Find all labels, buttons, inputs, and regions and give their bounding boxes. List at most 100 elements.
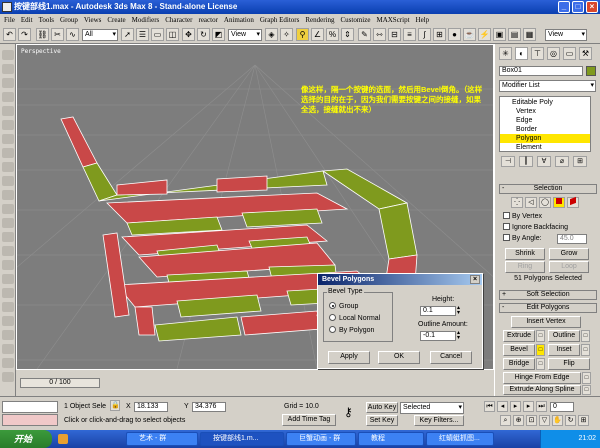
extrude-button[interactable]: Extrude xyxy=(503,330,535,342)
inset-button[interactable]: Inset xyxy=(548,344,580,356)
stack-item-polygon[interactable]: Polygon xyxy=(500,134,590,143)
stack-item-vertex[interactable]: Vertex xyxy=(500,107,590,116)
menu-file[interactable]: File xyxy=(4,16,15,24)
cancel-button[interactable]: Cancel xyxy=(430,351,472,364)
tool-icon-4[interactable] xyxy=(2,92,14,102)
ignore-backfacing-checkbox[interactable]: Ignore Backfacing xyxy=(503,223,568,232)
mirror-icon[interactable]: ⇿ xyxy=(373,28,386,41)
hinge-from-edge-button[interactable]: Hinge From Edge xyxy=(503,372,581,384)
taskbar-item-2[interactable]: 按键部线1.m... xyxy=(200,432,284,446)
y-coordinate-field[interactable]: 34.376 xyxy=(192,402,226,412)
menu-edit[interactable]: Edit xyxy=(21,16,33,24)
start-button[interactable]: 开始 xyxy=(0,430,52,448)
add-time-tag-button[interactable]: Add Time Tag xyxy=(282,414,336,426)
zoom-extents-icon[interactable]: ⊡ xyxy=(526,415,537,426)
render-view-dropdown[interactable]: View xyxy=(545,29,587,41)
menu-views[interactable]: Views xyxy=(84,16,101,24)
percent-snap-icon[interactable]: % xyxy=(326,28,339,41)
show-end-result-icon[interactable]: ┃ xyxy=(519,156,533,167)
menu-rendering[interactable]: Rendering xyxy=(305,16,334,24)
menu-create[interactable]: Create xyxy=(107,16,125,24)
tool-icon-15[interactable] xyxy=(2,246,14,256)
close-button[interactable]: × xyxy=(586,1,598,13)
apply-button[interactable]: Apply xyxy=(328,351,370,364)
spinner-snap-icon[interactable]: ⇕ xyxy=(341,28,354,41)
menu-graph-editors[interactable]: Graph Editors xyxy=(260,16,299,24)
dialog-close-button[interactable]: × xyxy=(470,275,480,284)
extrude-settings-icon[interactable]: □ xyxy=(536,330,545,342)
taskbar-item-4[interactable]: 教程 xyxy=(358,432,424,446)
menu-help[interactable]: Help xyxy=(416,16,430,24)
pivot-center-icon[interactable]: ◈ xyxy=(265,28,278,41)
redo-icon[interactable]: ↷ xyxy=(18,28,31,41)
tool-icon-20[interactable] xyxy=(2,316,14,326)
tool-icon-7[interactable] xyxy=(2,134,14,144)
outline-settings-icon[interactable]: □ xyxy=(581,330,590,342)
ok-button[interactable]: OK xyxy=(378,351,420,364)
region-select-icon[interactable]: ▭ xyxy=(151,28,164,41)
tool-icon-12[interactable] xyxy=(2,204,14,214)
outline-spinner-icon[interactable]: ▴ ▾ xyxy=(457,330,460,341)
menu-animation[interactable]: Animation xyxy=(224,16,254,24)
frame-buffer-icon[interactable]: ▦ xyxy=(523,28,536,41)
modifier-list-dropdown[interactable]: Modifier List xyxy=(499,80,596,92)
quick-render-icon[interactable]: ⚡ xyxy=(478,28,491,41)
hinge-settings-icon[interactable]: □ xyxy=(582,372,591,384)
bevel-settings-icon[interactable]: □ xyxy=(536,344,545,356)
menu-reactor[interactable]: reactor xyxy=(198,16,217,24)
object-name-field[interactable]: Box01 xyxy=(499,66,583,76)
key-filters-button[interactable]: Key Filters... xyxy=(414,415,464,426)
tool-icon-9[interactable] xyxy=(2,162,14,172)
taskbar-item-1[interactable]: 艺术 - 群 xyxy=(126,432,198,446)
play-icon[interactable]: ▸ xyxy=(510,401,521,412)
select-by-name-icon[interactable]: ☰ xyxy=(136,28,149,41)
link-icon[interactable]: ⛓ xyxy=(36,28,49,41)
tool-icon-11[interactable] xyxy=(2,190,14,200)
taskbar-item-5[interactable]: 红蜻蜓抓图... xyxy=(426,432,494,446)
angle-snap-icon[interactable]: ∠ xyxy=(311,28,324,41)
tool-icon-6[interactable] xyxy=(2,120,14,130)
hierarchy-tab-icon[interactable]: ⊤ xyxy=(531,47,544,60)
zoom-icon[interactable]: ⌕ xyxy=(500,415,511,426)
prev-frame-icon[interactable]: ◂ xyxy=(497,401,508,412)
tool-icon-8[interactable] xyxy=(2,148,14,158)
lock-selection-icon[interactable]: 🔒 xyxy=(110,400,120,411)
maximize-viewport-icon[interactable]: ⊞ xyxy=(578,415,589,426)
extrude-spline-settings-icon[interactable]: □ xyxy=(582,385,591,395)
quicklaunch-icon[interactable] xyxy=(58,434,68,444)
tool-icon-3[interactable] xyxy=(2,78,14,88)
move-icon[interactable]: ✥ xyxy=(182,28,195,41)
maxscript-listener[interactable] xyxy=(2,401,58,413)
flip-button[interactable]: Flip xyxy=(548,358,590,370)
auto-key-button[interactable]: Auto Key xyxy=(366,402,398,413)
layer-manager-icon[interactable]: ≡ xyxy=(403,28,416,41)
minimize-button[interactable]: _ xyxy=(558,1,570,13)
scale-icon[interactable]: ◩ xyxy=(212,28,225,41)
make-unique-icon[interactable]: ∀ xyxy=(537,156,551,167)
edge-mode-icon[interactable]: ◁ xyxy=(525,197,537,208)
border-mode-icon[interactable]: ◯ xyxy=(539,197,551,208)
menu-customize[interactable]: Customize xyxy=(341,16,371,24)
schematic-view-icon[interactable]: ⊞ xyxy=(433,28,446,41)
bind-spacewarp-icon[interactable]: ∿ xyxy=(66,28,79,41)
named-selection-icon[interactable]: ✎ xyxy=(358,28,371,41)
field-of-view-icon[interactable]: ▽ xyxy=(539,415,550,426)
bridge-settings-icon[interactable]: □ xyxy=(536,358,545,370)
utilities-tab-icon[interactable]: ⚒ xyxy=(579,47,592,60)
maxscript-mini-listener[interactable] xyxy=(2,414,58,426)
unlink-icon[interactable]: ✂ xyxy=(51,28,64,41)
next-frame-icon[interactable]: ▸ xyxy=(523,401,534,412)
remove-modifier-icon[interactable]: ⌀ xyxy=(555,156,569,167)
extrude-along-spline-button[interactable]: Extrude Along Spline xyxy=(503,385,581,395)
bevel-button[interactable]: Bevel xyxy=(503,344,535,356)
motion-tab-icon[interactable]: ◎ xyxy=(547,47,560,60)
tool-icon-19[interactable] xyxy=(2,302,14,312)
angle-value-field[interactable]: 45.0 xyxy=(557,234,587,244)
modify-tab-icon[interactable]: ◐ xyxy=(515,47,528,60)
ring-button[interactable]: Ring xyxy=(505,261,545,273)
element-mode-icon[interactable] xyxy=(567,196,579,208)
render-last-icon[interactable]: ▤ xyxy=(508,28,521,41)
selection-rollout-header[interactable]: - Selection xyxy=(499,184,597,194)
shrink-button[interactable]: Shrink xyxy=(505,248,545,260)
menu-modifiers[interactable]: Modifiers xyxy=(132,16,160,24)
